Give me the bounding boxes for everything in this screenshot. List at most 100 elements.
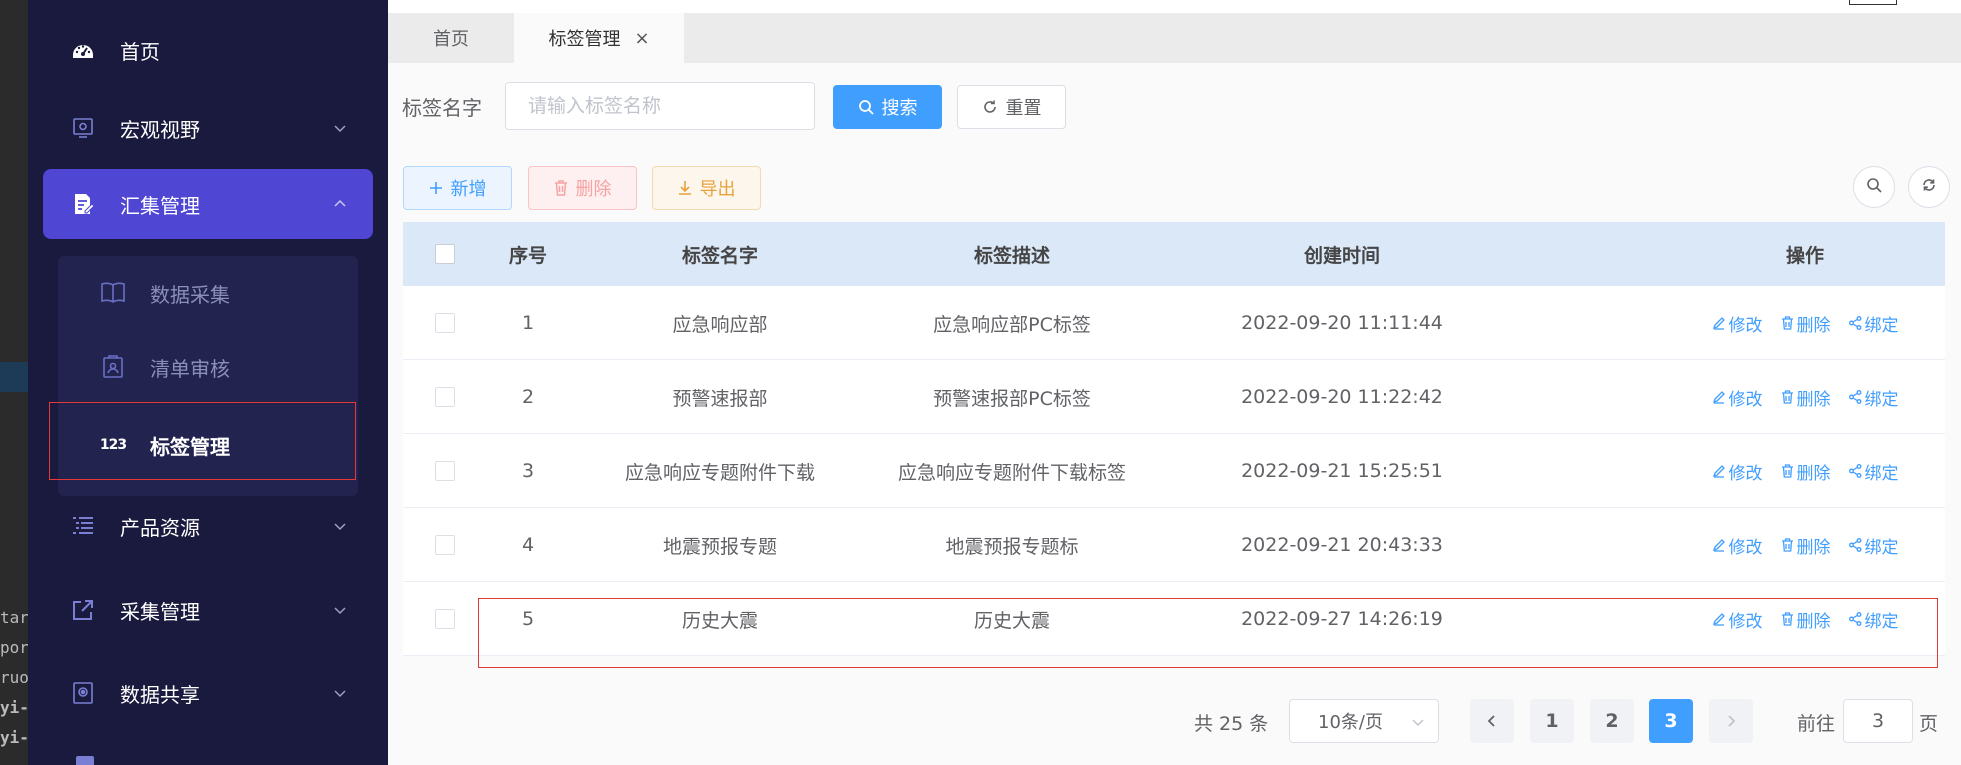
delete-label: 删除	[1796, 463, 1831, 484]
edit-link[interactable]: 修改	[1712, 459, 1763, 484]
sidebar-item-data-sharing[interactable]: 数据共享	[28, 658, 388, 728]
delete-link[interactable]: 删除	[1781, 459, 1831, 484]
sidebar-item-label: 宏观视野	[120, 117, 200, 142]
cell-description: 地震预报专题标	[945, 535, 1079, 558]
sidebar-subitem-data-collection[interactable]: 数据采集	[58, 256, 358, 330]
edit-label: 修改	[1728, 537, 1763, 558]
row-checkbox[interactable]	[435, 387, 455, 407]
cell-name: 地震预报专题	[662, 535, 777, 558]
bind-link[interactable]: 绑定	[1848, 385, 1899, 410]
cell-index: 2	[521, 386, 535, 408]
sidebar-item-home[interactable]: 首页	[28, 15, 388, 85]
column-header-index: 序号	[508, 244, 547, 267]
goto-label: 前往	[1797, 713, 1836, 735]
highlight-box	[478, 598, 1938, 668]
row-checkbox[interactable]	[435, 313, 455, 333]
select-all-checkbox[interactable]	[435, 244, 455, 264]
editor-text-fragment: yi-	[0, 728, 28, 747]
edit-label: 修改	[1728, 463, 1763, 484]
chevron-down-icon	[334, 607, 346, 615]
bind-link[interactable]: 绑定	[1848, 459, 1899, 484]
reset-button-label: 重置	[1005, 98, 1042, 119]
highlight-box	[49, 402, 356, 480]
row-actions: 修改 删除 绑定	[1680, 508, 1930, 582]
edit-link[interactable]: 修改	[1712, 311, 1763, 336]
dashboard-icon	[70, 37, 96, 63]
page-button-current[interactable]: 3	[1649, 699, 1693, 743]
bind-link[interactable]: 绑定	[1848, 311, 1899, 336]
sidebar-item-label: 首页	[120, 39, 160, 64]
refresh-table-button[interactable]	[1908, 166, 1950, 208]
tab-tag-management[interactable]: 标签管理 ×	[514, 13, 684, 63]
row-checkbox[interactable]	[435, 461, 455, 481]
edit-link[interactable]: 修改	[1712, 385, 1763, 410]
editor-text-fragment: ruo	[0, 668, 28, 687]
monitor-icon	[70, 115, 96, 141]
add-button-label: 新增	[450, 179, 487, 200]
bind-link[interactable]: 绑定	[1848, 533, 1899, 558]
sidebar-item-collection-management[interactable]: 汇集管理	[43, 169, 373, 239]
tag-name-input[interactable]	[505, 82, 815, 130]
download-icon	[678, 180, 692, 196]
editor-text-fragment: por	[0, 638, 28, 657]
sidebar-item-collection-admin[interactable]: 采集管理	[28, 575, 388, 645]
column-header-name: 标签名字	[681, 244, 758, 267]
document-edit-icon	[70, 191, 96, 217]
page-button[interactable]: 2	[1590, 699, 1634, 743]
page-size-select[interactable]: 10条/页	[1289, 699, 1439, 743]
chevron-down-icon	[334, 125, 346, 133]
cell-description: 预警速报部PC标签	[933, 387, 1091, 410]
table-row: 3 应急响应专题附件下载 应急响应专题附件下载标签 2022-09-21 15:…	[403, 434, 1945, 508]
trash-icon	[1781, 390, 1793, 404]
sidebar-item-product-resources[interactable]: 产品资源	[28, 491, 388, 561]
sidebar-item-label: 数据共享	[120, 682, 200, 707]
next-page-button[interactable]	[1709, 699, 1753, 743]
bind-label: 绑定	[1864, 537, 1899, 558]
sidebar-subitem-label: 清单审核	[150, 356, 230, 381]
column-header-description: 标签描述	[973, 244, 1050, 267]
reset-button[interactable]: 重置	[957, 85, 1066, 129]
export-button-label: 导出	[699, 179, 736, 200]
tab-home[interactable]: 首页	[388, 13, 514, 63]
column-header-created-time: 创建时间	[1303, 244, 1380, 267]
toggle-search-button[interactable]	[1853, 166, 1895, 208]
tab-bar: 首页 标签管理 ×	[388, 13, 1961, 63]
cell-name: 预警速报部	[672, 387, 768, 410]
export-button[interactable]: 导出	[652, 166, 761, 210]
share-icon	[1848, 390, 1861, 404]
sidebar-item-label: 产品资源	[120, 515, 200, 540]
delete-button[interactable]: 删除	[528, 166, 637, 210]
tab-label: 标签管理	[548, 29, 621, 50]
editor-text-fragment: targ	[0, 608, 28, 627]
background-editor-strip: targ por ruo yi- yi-	[0, 0, 28, 765]
row-actions: 修改 删除 绑定	[1680, 360, 1930, 434]
bind-label: 绑定	[1864, 315, 1899, 336]
prev-page-button[interactable]	[1470, 699, 1514, 743]
delete-link[interactable]: 删除	[1781, 311, 1831, 336]
close-icon[interactable]: ×	[634, 28, 649, 49]
cell-created-time: 2022-09-20 11:22:42	[1241, 386, 1443, 408]
bind-label: 绑定	[1864, 389, 1899, 410]
search-icon	[858, 99, 874, 115]
navbar-widget-edge	[1849, 0, 1897, 5]
search-label: 标签名字	[402, 96, 482, 120]
share-icon	[1848, 316, 1861, 330]
row-checkbox[interactable]	[435, 609, 455, 629]
pagination-total: 共 25 条	[1194, 713, 1269, 735]
delete-link[interactable]: 删除	[1781, 533, 1831, 558]
search-button[interactable]: 搜索	[833, 85, 942, 129]
edit-label: 修改	[1728, 315, 1763, 336]
sidebar-subitem-label: 数据采集	[150, 282, 230, 307]
goto-page-input[interactable]	[1843, 699, 1913, 743]
row-checkbox[interactable]	[435, 535, 455, 555]
edit-link[interactable]: 修改	[1712, 533, 1763, 558]
add-button[interactable]: 新增	[403, 166, 512, 210]
page-button[interactable]: 1	[1530, 699, 1574, 743]
edit-label: 修改	[1728, 389, 1763, 410]
cell-description: 应急响应部PC标签	[933, 313, 1091, 336]
sidebar: 首页 宏观视野 汇集管理 数据采集 清单审核 123 标签管理 产品资源 采集管…	[28, 0, 388, 765]
delete-link[interactable]: 删除	[1781, 385, 1831, 410]
sidebar-subitem-list-review[interactable]: 清单审核	[58, 330, 358, 404]
sidebar-item-macro-view[interactable]: 宏观视野	[28, 93, 388, 163]
edit-icon	[1712, 465, 1725, 478]
